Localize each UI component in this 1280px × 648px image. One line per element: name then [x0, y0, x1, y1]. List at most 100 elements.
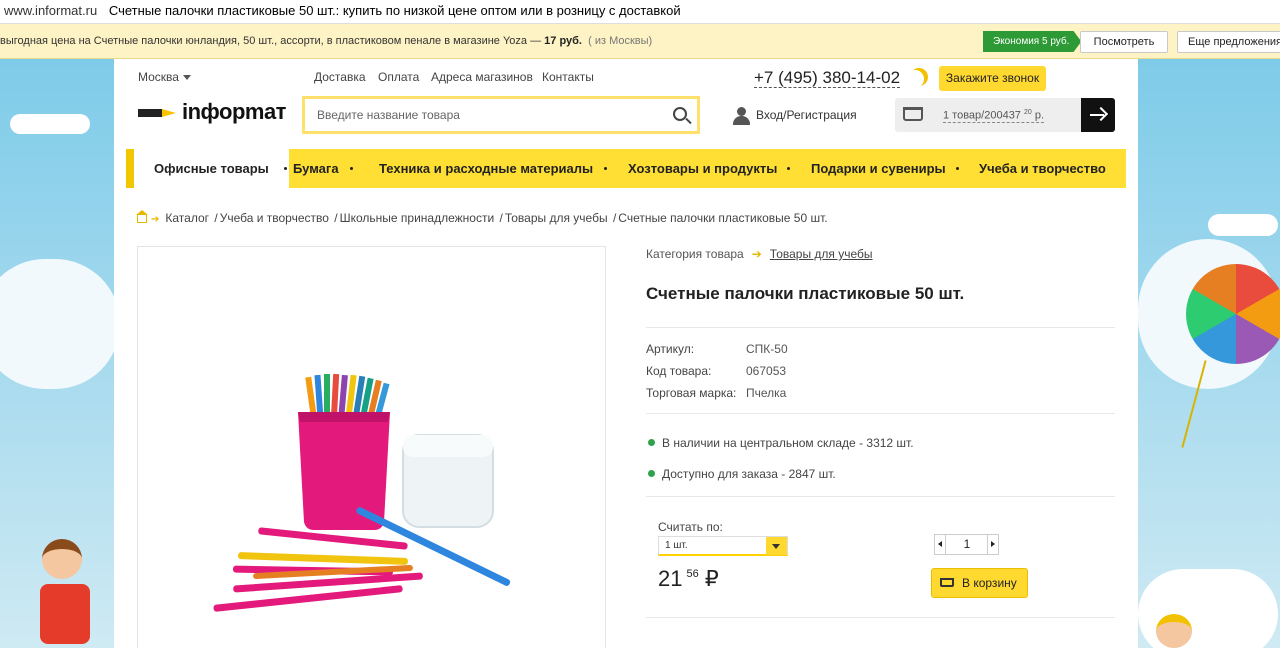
separator-dot: [604, 167, 607, 170]
prop-label-code: Код товара:: [646, 364, 712, 378]
increase-quantity-button[interactable]: [987, 535, 998, 554]
nav-link-contacts[interactable]: Контакты: [542, 70, 594, 84]
cart-currency: р.: [1034, 109, 1045, 122]
breadcrumb-current: Счетные палочки пластиковые 50 шт.: [618, 211, 828, 225]
city-selector[interactable]: Москва: [138, 70, 191, 84]
category-study[interactable]: Учеба и творчество: [979, 149, 1106, 188]
add-to-cart-label: В корзину: [962, 576, 1017, 590]
separator-dot: [956, 167, 959, 170]
product-image[interactable]: [137, 246, 606, 648]
pencil-logo-icon: [138, 109, 162, 117]
page-title-text: Счетные палочки пластиковые 50 шт.: купи…: [108, 3, 681, 18]
in-stock-dot-icon: [648, 439, 655, 446]
chevron-down-icon: [766, 537, 787, 555]
price-comparison-bar: выгодная цена на Счетные палочки юнланди…: [0, 24, 1280, 59]
right-background-decoration: [1138, 59, 1280, 648]
kite-illustration: [1186, 264, 1280, 364]
chevron-right-icon: ➔: [151, 214, 160, 225]
ad-look-button[interactable]: Посмотреть: [1080, 31, 1168, 53]
nav-link-payment[interactable]: Оплата: [378, 70, 419, 84]
quantity-stepper: 1: [934, 534, 999, 555]
breadcrumb-school[interactable]: Школьные принадлежности: [340, 211, 495, 225]
search-box: [302, 96, 700, 134]
category-office[interactable]: Офисные товары: [134, 149, 289, 188]
category-menu: Офисные товары Бумага Техника и расходны…: [126, 149, 1126, 188]
product-title: Счетные палочки пластиковые 50 шт.: [646, 284, 965, 303]
login-label: Вход/Регистрация: [756, 108, 857, 123]
prop-label-article: Артикул:: [646, 342, 695, 356]
left-background-decoration: [0, 59, 114, 648]
prop-value-article: СПК-50: [746, 342, 788, 356]
city-label: Москва: [138, 70, 179, 84]
divider: [646, 413, 1115, 414]
count-by-select[interactable]: 1 шт.: [658, 536, 788, 556]
cloud-decoration: [1208, 214, 1278, 236]
separator-dot: [787, 167, 790, 170]
divider: [646, 496, 1115, 497]
economy-badge: Экономия 5 руб.: [983, 31, 1082, 52]
prop-label-brand: Торговая марка:: [646, 386, 737, 400]
pencil-tip-icon: [162, 109, 176, 117]
moon-icon: [910, 68, 928, 86]
request-call-button[interactable]: Закажите звонок: [939, 66, 1046, 91]
chevron-down-icon: [182, 75, 191, 81]
logo-text: inфорmат: [182, 99, 286, 124]
ad-text-prefix: выгодная цена на Счетные палочки юнланди…: [0, 35, 545, 47]
separator-dot: [350, 167, 353, 170]
browser-title-bar: www.informat.ru Счетные палочки пластико…: [0, 0, 1280, 24]
price-currency: ₽: [704, 566, 719, 591]
chevron-right-icon: ➔: [751, 247, 762, 261]
kid-shirt-illustration: [40, 584, 90, 644]
category-paper[interactable]: Бумага: [293, 149, 339, 188]
cart-text: 1 товар/200437 20 р.: [943, 109, 1045, 123]
cloud-decoration: [10, 114, 90, 134]
product-category: Категория товара ➔ Товары для учебы: [646, 247, 873, 261]
decrease-quantity-button[interactable]: [935, 535, 946, 554]
cloud-decoration: [0, 259, 114, 389]
stock-central-text: В наличии на центральном складе - 3312 ш…: [662, 436, 914, 450]
breadcrumb-study-goods[interactable]: Товары для учебы: [505, 211, 608, 225]
category-gifts[interactable]: Подарки и сувениры: [811, 149, 946, 188]
home-icon[interactable]: [136, 209, 148, 223]
quantity-value[interactable]: 1: [947, 536, 987, 553]
cart-icon: [940, 578, 954, 587]
stock-central: В наличии на центральном складе - 3312 ш…: [648, 436, 914, 450]
nav-link-delivery[interactable]: Доставка: [314, 70, 366, 84]
user-icon: [732, 107, 750, 125]
search-input[interactable]: [317, 104, 657, 126]
nav-link-stores[interactable]: Адреса магазинов: [431, 70, 533, 84]
count-by-value: 1 шт.: [665, 540, 688, 551]
breadcrumb-catalog[interactable]: Каталог: [165, 211, 209, 225]
cart-kopecks: 20: [1024, 109, 1032, 116]
stock-available: Доступно для заказа - 2847 шт.: [648, 467, 836, 481]
prop-value-brand: Пчелка: [746, 386, 787, 400]
site-domain: www.informat.ru: [4, 3, 98, 18]
phone-number[interactable]: +7 (495) 380-14-02: [754, 68, 901, 88]
arrow-right-icon[interactable]: [1081, 98, 1115, 132]
counting-sticks-image: [213, 373, 511, 612]
ad-price: 17 руб.: [544, 35, 582, 47]
search-icon[interactable]: [673, 107, 687, 121]
breadcrumb: ➔ Каталог / Учеба и творчество / Школьные п…: [136, 209, 828, 225]
product-price: 21 56 ₽: [658, 566, 719, 592]
add-to-cart-button[interactable]: В корзину: [931, 568, 1028, 598]
cart-summary[interactable]: 1 товар/200437 20 р.: [895, 98, 1081, 132]
cart-total: 1 товар/200437: [943, 109, 1021, 122]
breadcrumb-study[interactable]: Учеба и творчество: [220, 211, 329, 225]
kid-illustration: [1156, 614, 1192, 648]
login-link[interactable]: Вход/Регистрация: [732, 107, 857, 125]
category-tech[interactable]: Техника и расходные материалы: [379, 149, 593, 188]
price-kopecks: 56: [686, 568, 699, 580]
category-label: Категория товара: [646, 247, 744, 261]
stock-available-text: Доступно для заказа - 2847 шт.: [662, 467, 836, 481]
price-rubles: 21: [658, 566, 683, 591]
ad-text: выгодная цена на Счетные палочки юнланди…: [0, 24, 652, 58]
ad-more-offers-button[interactable]: Еще предложения: [1177, 31, 1280, 53]
kid-illustration: [42, 539, 82, 579]
category-link[interactable]: Товары для учебы: [770, 247, 873, 261]
divider: [646, 617, 1115, 618]
prop-value-code: 067053: [746, 364, 787, 378]
separator-dot: [284, 167, 287, 170]
in-stock-dot-icon: [648, 470, 655, 477]
category-household[interactable]: Хозтовары и продукты: [628, 149, 777, 188]
